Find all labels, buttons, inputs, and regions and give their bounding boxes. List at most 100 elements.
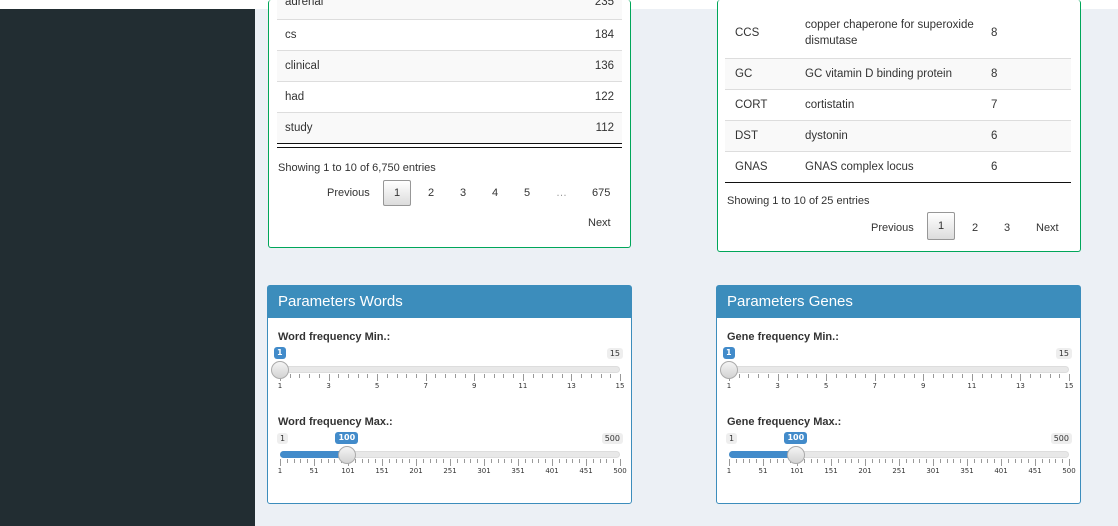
slider-label: Gene frequency Max.: <box>727 416 842 428</box>
slider-minor-tick <box>735 459 737 463</box>
page-button-1[interactable]: 1 <box>927 212 955 240</box>
page-button-3[interactable]: 3 <box>460 187 466 199</box>
slider-minor-tick <box>1010 374 1012 378</box>
next-page-button[interactable]: Next <box>1036 222 1059 234</box>
word-frequency-min-slider[interactable]: Word frequency Min.: 15 1 1 3 5 7 9 11 13 15 <box>271 331 624 401</box>
previous-page-button[interactable]: Previous <box>871 222 914 234</box>
box-title: Parameters Words <box>268 286 631 318</box>
slider-minor-tick <box>361 459 363 463</box>
slider-minor-tick <box>552 374 553 378</box>
slider-minor-tick <box>858 459 860 463</box>
slider-tick-label: 451 <box>579 467 593 475</box>
count-cell: 8 <box>991 27 998 40</box>
slider-minor-tick <box>991 374 993 378</box>
slider-track[interactable] <box>729 366 1069 373</box>
slider-minor-tick <box>289 374 291 378</box>
slider-tick-label: 51 <box>309 467 319 475</box>
slider-handle[interactable] <box>271 361 289 379</box>
slider-minor-tick <box>338 374 340 378</box>
slider-fill-bar <box>729 451 797 458</box>
box-title: Parameters Genes <box>717 286 1080 318</box>
slider-minor-tick <box>797 374 798 378</box>
table-row: had 122 <box>277 80 622 112</box>
slider-minor-tick <box>942 374 944 378</box>
slider-tick-label: 11 <box>518 382 528 390</box>
slider-value-label: 1 <box>723 347 735 359</box>
slider-major-tick <box>416 459 417 466</box>
slider-minor-tick <box>504 459 506 463</box>
slider-tick-label: 401 <box>545 467 559 475</box>
slider-minor-tick <box>524 459 526 463</box>
slider-minor-tick <box>987 459 989 463</box>
slider-handle[interactable] <box>720 361 738 379</box>
page-button-1[interactable]: 1 <box>383 180 411 206</box>
count-cell: 136 <box>594 59 614 72</box>
table-row: GC GC vitamin D binding protein 8 <box>725 57 1071 89</box>
slider-track[interactable] <box>280 366 620 373</box>
page-button-2[interactable]: 2 <box>428 187 434 199</box>
slider-minor-tick <box>293 459 295 463</box>
slider-minor-tick <box>787 374 789 378</box>
slider-handle[interactable] <box>787 446 806 464</box>
slider-min-label: 1 <box>277 433 289 444</box>
pagination-ellipsis: … <box>556 187 567 199</box>
slider-minor-tick <box>299 374 301 378</box>
slider-minor-tick <box>871 459 873 463</box>
slider-fill-bar <box>280 451 348 458</box>
next-page-button[interactable]: Next <box>588 217 611 229</box>
slider-label: Gene frequency Min.: <box>727 331 839 343</box>
slider-major-tick <box>620 459 621 466</box>
sidebar <box>0 0 255 526</box>
slider-minor-tick <box>919 459 921 463</box>
page-button-3[interactable]: 3 <box>1004 222 1010 234</box>
slider-minor-tick <box>454 374 456 378</box>
slider-minor-tick <box>973 459 975 463</box>
slider-minor-tick <box>885 459 887 463</box>
page-button-675[interactable]: 675 <box>592 187 610 199</box>
slider-minor-tick <box>558 459 560 463</box>
slider-tick-label: 15 <box>1064 382 1074 390</box>
slider-minor-tick <box>749 459 751 463</box>
page-button-5[interactable]: 5 <box>524 187 530 199</box>
gene-symbol-cell: CORT <box>735 98 768 111</box>
slider-major-tick <box>1035 459 1036 466</box>
slider-tick-label: 251 <box>892 467 906 475</box>
gene-name-cell: dystonin <box>805 129 848 142</box>
table-row: adrenal 235 <box>277 0 622 19</box>
slider-tick-label: 5 <box>374 382 380 390</box>
gene-frequency-min-slider[interactable]: Gene frequency Min.: 15 1 1 3 5 7 9 11 13 15 <box>720 331 1074 401</box>
slider-major-tick <box>1001 459 1002 466</box>
table-row: GNAS GNAS complex locus 6 <box>725 150 1071 182</box>
slider-tick-label: 151 <box>824 467 838 475</box>
slider-minor-tick <box>565 459 567 463</box>
slider-tick-label: 51 <box>758 467 768 475</box>
count-cell: 235 <box>594 0 614 8</box>
page-button-4[interactable]: 4 <box>492 187 498 199</box>
slider-major-tick <box>620 374 621 381</box>
slider-minor-tick <box>1049 374 1051 378</box>
slider-max-label: 500 <box>1050 433 1072 444</box>
slider-tick-label: 151 <box>375 467 389 475</box>
slider-tick-label: 13 <box>1015 382 1025 390</box>
gene-name-cell: GC vitamin D binding protein <box>805 67 953 80</box>
slider-minor-tick <box>816 374 818 378</box>
page-button-2[interactable]: 2 <box>972 222 978 234</box>
slider-minor-tick <box>357 374 359 378</box>
slider-minor-tick <box>348 374 349 378</box>
slider-minor-tick <box>422 459 424 463</box>
slider-minor-tick <box>538 459 540 463</box>
slider-major-tick <box>865 459 866 466</box>
word-frequency-max-slider[interactable]: Word frequency Max.: 1 500 100 1 51 101 151 201… <box>277 416 627 486</box>
gene-frequency-max-slider[interactable]: Gene frequency Max.: 1 500 100 1 51 101 151 201… <box>726 416 1076 486</box>
slider-minor-tick <box>1062 459 1064 463</box>
slider-major-tick <box>1020 374 1022 381</box>
previous-page-button[interactable]: Previous <box>327 187 370 199</box>
slider-tick-label: 301 <box>926 467 940 475</box>
slider-label: Word frequency Min.: <box>278 331 391 343</box>
slider-minor-tick <box>1021 459 1023 463</box>
slider-minor-tick <box>531 459 533 463</box>
parameters-words-box: Parameters Words Word frequency Min.: 15… <box>267 285 632 504</box>
slider-minor-tick <box>939 459 941 463</box>
slider-handle[interactable] <box>338 446 357 464</box>
slider-minor-tick <box>1059 374 1061 378</box>
